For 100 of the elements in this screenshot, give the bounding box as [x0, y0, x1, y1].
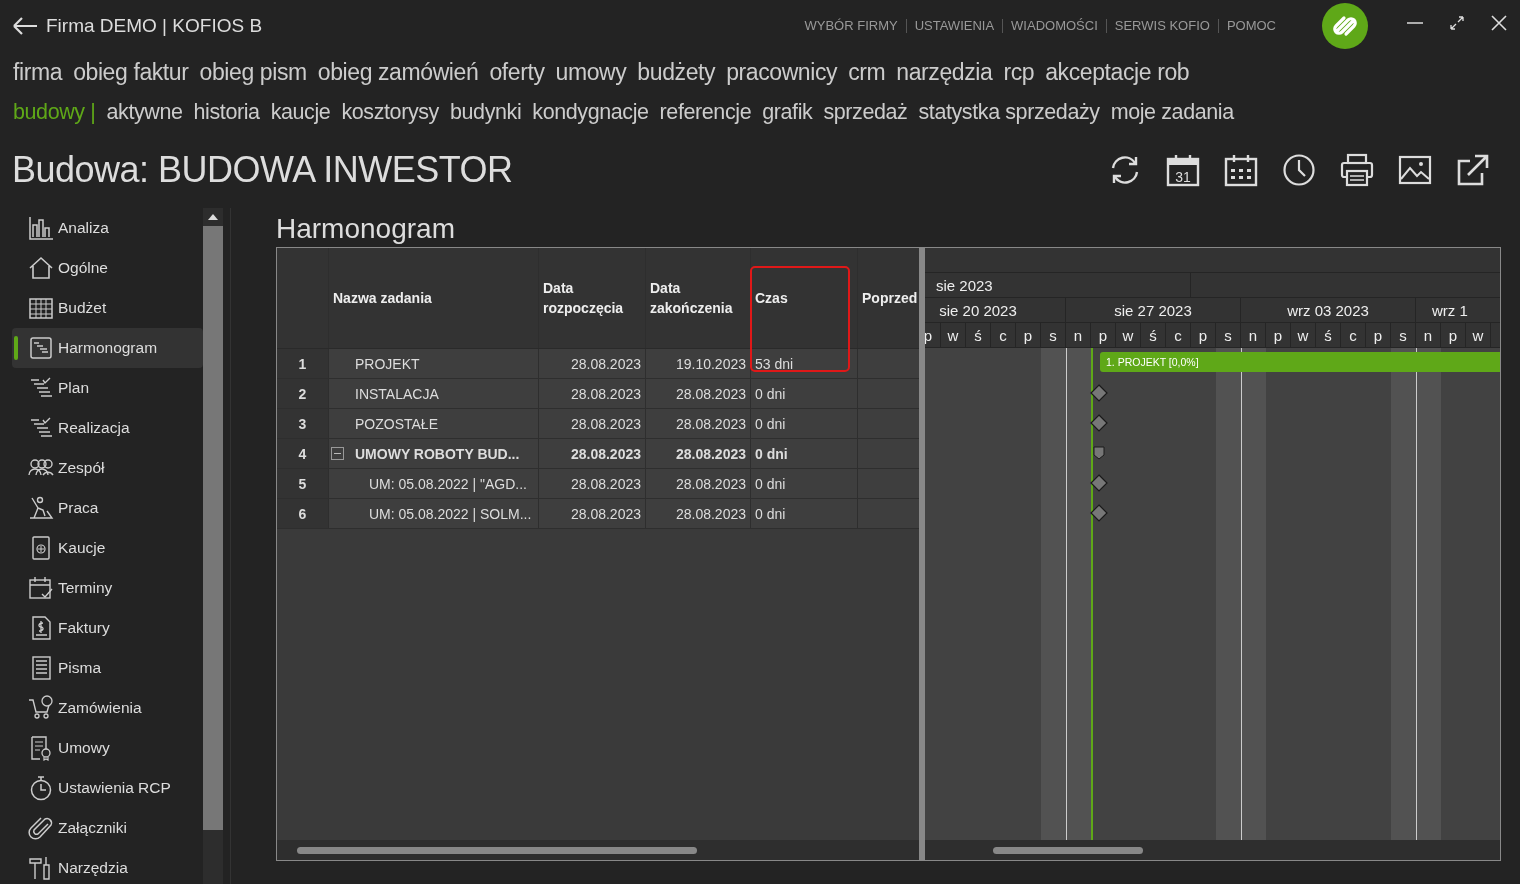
sidebar-item[interactable]: Zamówienia — [12, 688, 203, 728]
table-cell: 0 dni — [751, 499, 858, 528]
row-number: 5 — [277, 469, 329, 498]
day-header: w — [1116, 323, 1141, 347]
day-header: p — [1091, 323, 1116, 347]
column-header[interactable]: Czas — [751, 248, 858, 348]
milestone-icon[interactable] — [1090, 504, 1108, 522]
milestone-icon[interactable] — [1090, 384, 1108, 402]
column-header[interactable]: Nazwa zadania — [329, 248, 539, 348]
logo-icon[interactable] — [1322, 3, 1368, 49]
sidebar-item[interactable]: Analiza — [12, 208, 203, 248]
submenu-item[interactable]: sprzedaż — [823, 99, 908, 125]
table-cell: POZOSTAŁE — [355, 415, 438, 432]
sidebar-icon — [28, 575, 54, 601]
row-number: 1 — [277, 349, 329, 378]
sidebar-item[interactable]: Ogólne — [12, 248, 203, 288]
maximize-icon[interactable] — [1448, 14, 1466, 32]
menu-item[interactable]: crm — [848, 58, 886, 86]
submenu-item[interactable]: moje zadania — [1110, 99, 1234, 125]
scrollbar[interactable] — [925, 840, 1500, 860]
print-icon[interactable] — [1340, 153, 1374, 187]
milestone-icon[interactable] — [1090, 414, 1108, 432]
day-header: n — [1066, 323, 1091, 347]
section-label: budowy | — [13, 99, 96, 125]
sidebar-item[interactable]: Harmonogram — [12, 328, 203, 368]
table-cell: 28.08.2023 — [539, 349, 646, 378]
submenu-item[interactable]: kosztorysy — [341, 99, 439, 125]
submenu-item[interactable]: kaucje — [270, 99, 331, 125]
day-header: s — [1391, 323, 1416, 347]
column-header[interactable]: Data zakończenia — [646, 248, 751, 348]
submenu-item[interactable]: historia — [193, 99, 260, 125]
calendar-grid-icon[interactable] — [1224, 153, 1258, 187]
submenu-item[interactable]: grafik — [762, 99, 813, 125]
sidebar-icon — [28, 335, 54, 361]
sidebar-item[interactable]: Praca — [12, 488, 203, 528]
close-icon[interactable] — [1490, 14, 1508, 32]
milestone-icon[interactable] — [1090, 474, 1108, 492]
table-cell: 0 dni — [751, 379, 858, 408]
clock-icon[interactable] — [1282, 153, 1316, 187]
top-link[interactable]: WIADOMOŚCI — [1002, 19, 1106, 33]
back-arrow-icon[interactable] — [12, 16, 38, 36]
month-header: sie 2023 — [925, 273, 1191, 297]
sidebar-item[interactable]: Ustawienia RCP — [12, 768, 203, 808]
sidebar-item[interactable]: Załączniki — [12, 808, 203, 848]
top-link[interactable]: POMOC — [1217, 19, 1284, 33]
collapse-icon[interactable] — [331, 447, 344, 460]
column-header[interactable]: Data rozpoczęcia — [539, 248, 646, 348]
image-icon[interactable] — [1398, 153, 1432, 187]
menu-item[interactable]: umowy — [555, 58, 627, 86]
day-header: ś — [1141, 323, 1166, 347]
table-cell: 0 dni — [751, 469, 858, 498]
sidebar-item[interactable]: Zespół — [12, 448, 203, 488]
menu-item[interactable]: narzędzia — [896, 58, 993, 86]
menu-item[interactable]: firma — [13, 58, 63, 86]
table-cell: 28.08.2023 — [646, 409, 751, 438]
table-cell: 19.10.2023 — [646, 349, 751, 378]
day-header: ś — [1316, 323, 1341, 347]
submenu-item[interactable]: aktywne — [106, 99, 183, 125]
menu-item[interactable]: obieg faktur — [73, 58, 189, 86]
menu-item[interactable]: akceptacje rob — [1045, 58, 1190, 86]
submenu-item[interactable]: statystka sprzedaży — [918, 99, 1100, 125]
scrollbar[interactable] — [277, 840, 919, 860]
menu-item[interactable]: rcp — [1003, 58, 1035, 86]
table-cell: UM: 05.08.2022 | "AGD... — [369, 475, 527, 492]
sidebar-icon — [28, 495, 54, 521]
menu-item[interactable]: budżety — [637, 58, 716, 86]
submenu-item[interactable]: kondygnacje — [532, 99, 649, 125]
sidebar-item[interactable]: Budżet — [12, 288, 203, 328]
scroll-up-icon[interactable] — [208, 214, 218, 220]
table-cell: 53 dni — [751, 349, 858, 378]
menu-item[interactable]: oferty — [489, 58, 545, 86]
week-header: wrz 03 2023 — [1241, 298, 1416, 322]
menu-item[interactable]: pracownicy — [726, 58, 838, 86]
day-header: p — [1266, 323, 1291, 347]
day-header: s — [1216, 323, 1241, 347]
day-header: w — [1291, 323, 1316, 347]
sidebar-icon — [28, 215, 54, 241]
menu-item[interactable]: obieg pism — [199, 58, 307, 86]
sidebar-item[interactable]: Narzędzia — [12, 848, 203, 884]
scrollbar[interactable] — [203, 208, 223, 884]
sidebar-item[interactable]: Terminy — [12, 568, 203, 608]
sidebar-item[interactable]: Realizacja — [12, 408, 203, 448]
table-cell: 28.08.2023 — [539, 439, 646, 468]
top-link[interactable]: USTAWIENIA — [905, 19, 1003, 33]
sidebar-item[interactable]: Umowy — [12, 728, 203, 768]
external-link-icon[interactable] — [1456, 153, 1490, 187]
sidebar-item[interactable]: Kaucje — [12, 528, 203, 568]
table-cell: 28.08.2023 — [646, 469, 751, 498]
page-title: Budowa: BUDOWA INWESTOR — [12, 149, 514, 191]
submenu-item[interactable]: budynki — [449, 99, 522, 125]
top-link[interactable]: SERWIS KOFIO — [1105, 19, 1218, 33]
sidebar-item[interactable]: Pisma — [12, 648, 203, 688]
row-number: 2 — [277, 379, 329, 408]
menu-item[interactable]: obieg zamówień — [317, 58, 479, 86]
submenu-item[interactable]: referencje — [659, 99, 752, 125]
sidebar-item[interactable]: Plan — [12, 368, 203, 408]
top-link[interactable]: WYBÓR FIRMY — [796, 19, 906, 33]
sidebar-item[interactable]: Faktury — [12, 608, 203, 648]
table-cell: 28.08.2023 — [539, 469, 646, 498]
day-header: p — [1191, 323, 1216, 347]
